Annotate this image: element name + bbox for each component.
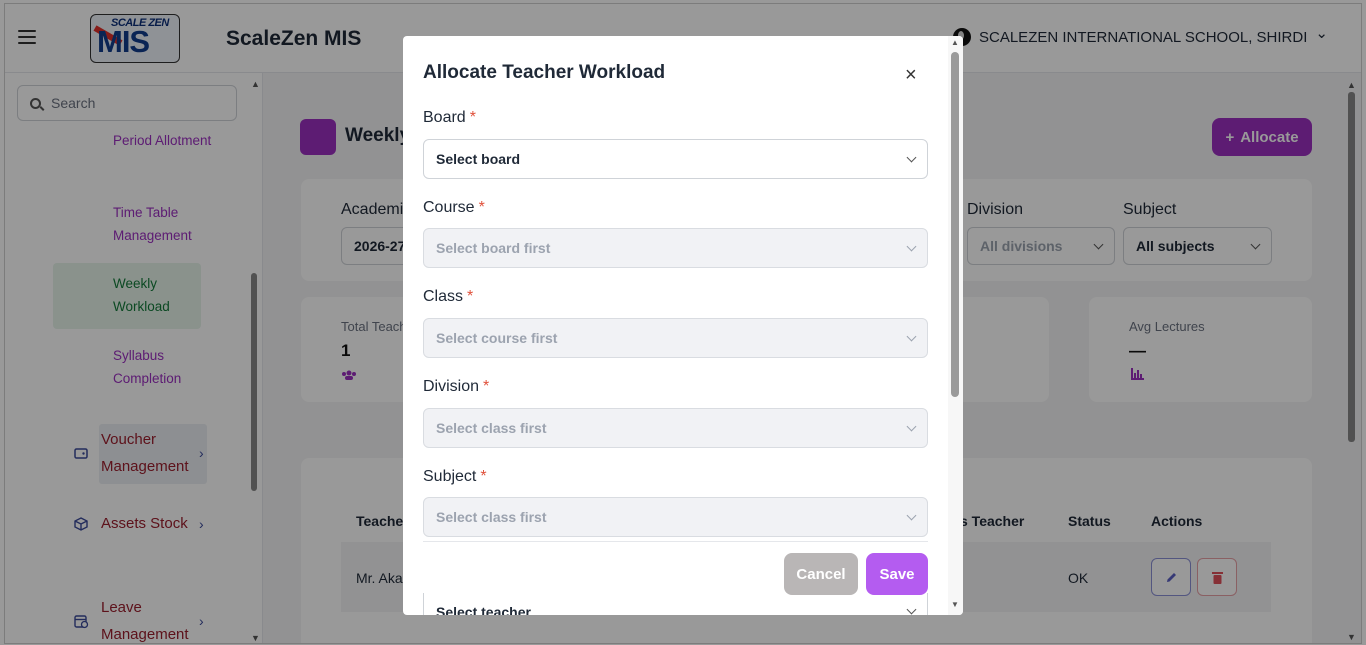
subject-label-text: Subject bbox=[423, 468, 477, 485]
course-label-text: Course bbox=[423, 199, 475, 216]
division-field-label: Division * bbox=[423, 378, 489, 396]
scroll-up-icon[interactable]: ▲ bbox=[951, 38, 959, 47]
allocate-workload-modal: Allocate Teacher Workload × Board * Selec… bbox=[403, 36, 963, 615]
course-select[interactable]: Select board first bbox=[423, 228, 928, 268]
required-marker: * bbox=[467, 288, 474, 305]
course-label: Course * bbox=[423, 199, 485, 217]
division-select[interactable]: Select class first bbox=[423, 408, 928, 448]
subject-field-label: Subject * bbox=[423, 468, 487, 486]
class-label: Class * bbox=[423, 288, 473, 306]
chevron-down-icon bbox=[906, 241, 917, 251]
board-select[interactable]: Select board bbox=[423, 139, 928, 179]
board-select-value: Select board bbox=[436, 151, 521, 167]
board-label: Board * bbox=[423, 109, 476, 127]
chevron-down-icon bbox=[906, 421, 917, 431]
modal-scrollbar[interactable] bbox=[951, 52, 959, 397]
class-select[interactable]: Select course first bbox=[423, 318, 928, 358]
chevron-down-icon bbox=[906, 510, 917, 520]
close-icon[interactable]: × bbox=[905, 64, 917, 87]
division-select-value: Select class first bbox=[436, 420, 547, 436]
required-marker: * bbox=[469, 109, 476, 126]
chevron-down-icon bbox=[906, 152, 917, 162]
teacher-select[interactable]: Select teacher bbox=[423, 592, 928, 615]
chevron-down-icon bbox=[906, 604, 917, 615]
scroll-down-icon[interactable]: ▼ bbox=[951, 600, 959, 609]
required-marker: * bbox=[483, 378, 490, 395]
subject-select-value: Select class first bbox=[436, 509, 547, 525]
chevron-down-icon bbox=[906, 331, 917, 341]
class-select-value: Select course first bbox=[436, 330, 558, 346]
required-marker: * bbox=[478, 199, 485, 216]
modal-title: Allocate Teacher Workload bbox=[423, 62, 666, 83]
required-marker: * bbox=[480, 468, 487, 485]
class-label-text: Class bbox=[423, 288, 464, 305]
course-select-value: Select board first bbox=[436, 240, 551, 256]
board-label-text: Board bbox=[423, 109, 466, 126]
cancel-button[interactable]: Cancel bbox=[784, 553, 858, 595]
subject-select[interactable]: Select class first bbox=[423, 497, 928, 537]
division-label-text: Division bbox=[423, 378, 480, 395]
teacher-select-value: Select teacher bbox=[436, 603, 531, 616]
save-button[interactable]: Save bbox=[866, 553, 928, 595]
